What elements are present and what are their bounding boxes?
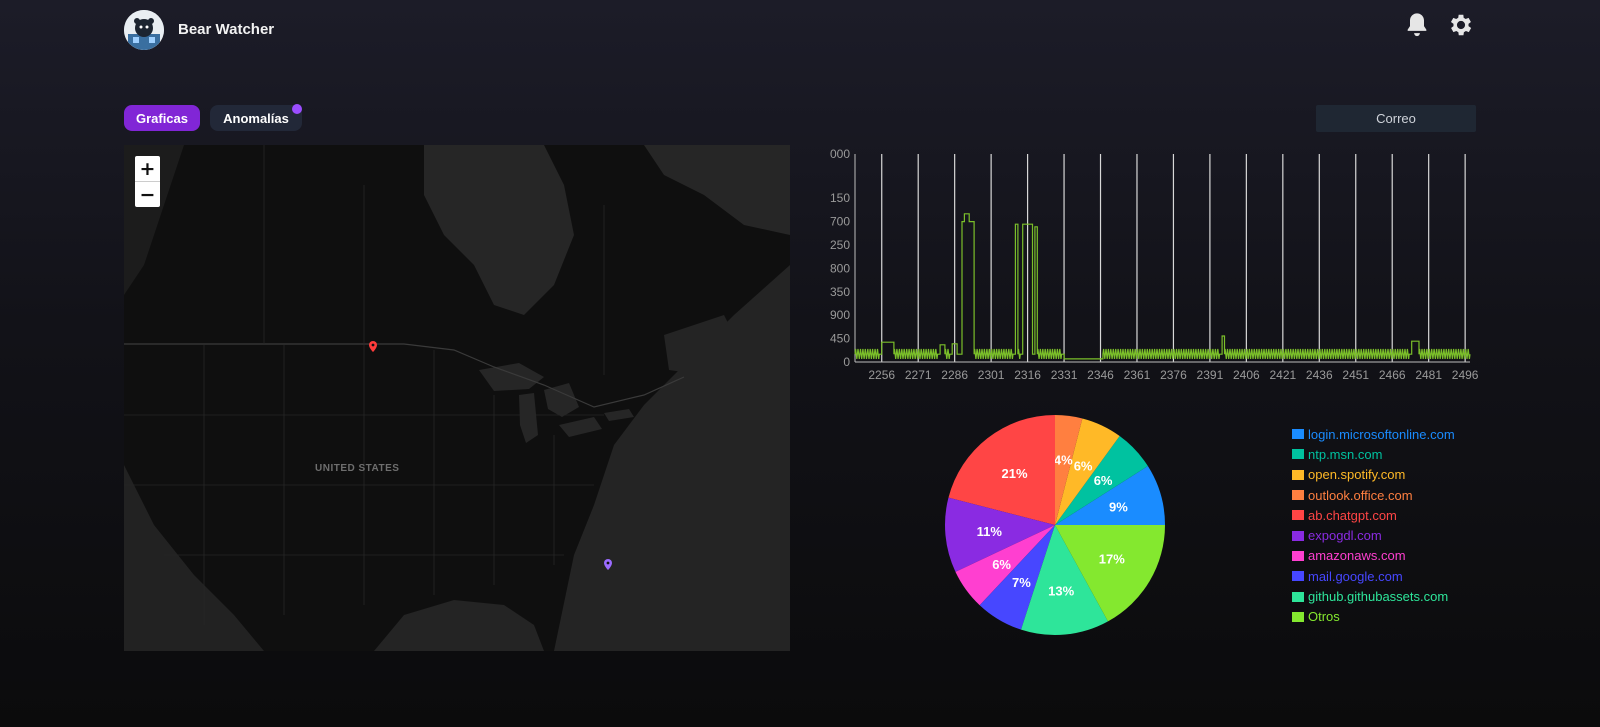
legend-item[interactable]: Otros <box>1292 607 1455 627</box>
y-tick-label: 900 <box>830 308 850 322</box>
pie-legend: login.microsoftonline.com ntp.msn.com open… <box>1292 424 1455 627</box>
y-tick-label: 1800 <box>830 261 850 275</box>
y-tick-label: 1350 <box>830 285 850 299</box>
x-tick-label: 2361 <box>1124 368 1151 382</box>
legend-swatch <box>1292 550 1304 561</box>
legend-label: ntp.msn.com <box>1308 446 1383 462</box>
legend-item[interactable]: github.githubassets.com <box>1292 586 1455 606</box>
pie-chart: 9%6%6%4%21%11%6%7%13%17% <box>945 415 1165 635</box>
zoom-out-button[interactable]: − <box>135 181 160 207</box>
x-tick-label: 2466 <box>1379 368 1406 382</box>
y-tick-label: 3150 <box>830 191 850 205</box>
app-title: Bear Watcher <box>178 21 275 38</box>
x-tick-label: 2496 <box>1452 368 1479 382</box>
legend-label: login.microsoftonline.com <box>1308 426 1455 442</box>
legend-label: amazonaws.com <box>1308 548 1406 564</box>
map-marker-icon[interactable] <box>369 341 377 352</box>
legend-swatch <box>1292 469 1304 480</box>
legend-item[interactable]: mail.google.com <box>1292 566 1455 586</box>
x-tick-label: 2256 <box>868 368 895 382</box>
legend-swatch <box>1292 530 1304 541</box>
legend-swatch <box>1292 490 1304 501</box>
notification-dot <box>292 104 302 114</box>
map[interactable]: + − UNITED STATES <box>124 145 790 651</box>
correo-button[interactable]: Correo <box>1316 105 1476 132</box>
bear-logo-icon <box>124 10 164 50</box>
legend-item[interactable]: outlook.office.com <box>1292 485 1455 505</box>
legend-swatch <box>1292 449 1304 460</box>
avatar[interactable] <box>124 10 164 50</box>
legend-swatch <box>1292 611 1304 622</box>
legend-swatch <box>1292 510 1304 521</box>
legend-label: Otros <box>1308 609 1340 625</box>
legend-item[interactable]: amazonaws.com <box>1292 546 1455 566</box>
legend-label: expogdl.com <box>1308 528 1382 544</box>
tab-graficas[interactable]: Graficas <box>124 105 200 131</box>
legend-item[interactable]: ntp.msn.com <box>1292 444 1455 464</box>
y-tick-label: 0 <box>843 355 850 369</box>
x-tick-label: 2301 <box>978 368 1005 382</box>
map-tiles <box>124 145 790 651</box>
y-tick-label: 4000 <box>830 147 850 161</box>
legend-label: outlook.office.com <box>1308 487 1413 503</box>
legend-item[interactable]: open.spotify.com <box>1292 465 1455 485</box>
y-tick-label: 2250 <box>830 238 850 252</box>
map-marker-icon[interactable] <box>604 559 612 570</box>
pie-slice-label: 9% <box>1109 500 1128 515</box>
legend-item[interactable]: expogdl.com <box>1292 525 1455 545</box>
pie-slice-label: 6% <box>1094 473 1113 488</box>
x-tick-label: 2481 <box>1415 368 1442 382</box>
pie-slice-label: 6% <box>1074 458 1093 473</box>
series-line <box>854 213 1471 360</box>
legend-label: github.githubassets.com <box>1308 589 1449 605</box>
tab-anomalias[interactable]: Anomalías <box>210 105 302 131</box>
legend-item[interactable]: login.microsoftonline.com <box>1292 424 1455 444</box>
x-tick-label: 2286 <box>941 368 968 382</box>
pie-slice-label: 6% <box>992 557 1011 572</box>
x-tick-label: 2316 <box>1014 368 1041 382</box>
y-tick-label: 2700 <box>830 215 850 229</box>
zoom-control: + − <box>135 156 160 207</box>
x-tick-label: 2346 <box>1087 368 1114 382</box>
pie-slice-label: 17% <box>1099 552 1125 567</box>
pie-slice-label: 21% <box>1001 466 1027 481</box>
legend-swatch <box>1292 429 1304 440</box>
legend-swatch <box>1292 591 1304 602</box>
map-country-label: UNITED STATES <box>315 463 400 474</box>
x-tick-label: 2421 <box>1269 368 1296 382</box>
x-tick-label: 2406 <box>1233 368 1260 382</box>
legend-label: open.spotify.com <box>1308 467 1406 483</box>
legend-item[interactable]: ab.chatgpt.com <box>1292 505 1455 525</box>
header: Bear Watcher <box>0 0 1600 62</box>
legend-label: mail.google.com <box>1308 568 1403 584</box>
x-tick-label: 2331 <box>1051 368 1078 382</box>
zoom-in-button[interactable]: + <box>135 156 160 181</box>
pie-slice-label: 11% <box>977 524 1003 539</box>
bell-icon[interactable] <box>1403 11 1431 39</box>
gear-icon[interactable] <box>1447 11 1475 39</box>
legend-swatch <box>1292 571 1304 582</box>
pie-slice-label: 4% <box>1054 453 1073 468</box>
x-tick-label: 2436 <box>1306 368 1333 382</box>
pie-slice-label: 7% <box>1012 575 1031 590</box>
y-tick-label: 450 <box>830 332 850 346</box>
x-tick-label: 2391 <box>1197 368 1224 382</box>
legend-label: ab.chatgpt.com <box>1308 507 1397 523</box>
x-tick-label: 2376 <box>1160 368 1187 382</box>
x-tick-label: 2451 <box>1342 368 1369 382</box>
line-chart: 2256 2271 2286 2301 2316 2331 2346 2361 2376 2391… <box>830 147 1479 382</box>
pie-slice-label: 13% <box>1048 584 1074 599</box>
x-tick-label: 2271 <box>905 368 932 382</box>
